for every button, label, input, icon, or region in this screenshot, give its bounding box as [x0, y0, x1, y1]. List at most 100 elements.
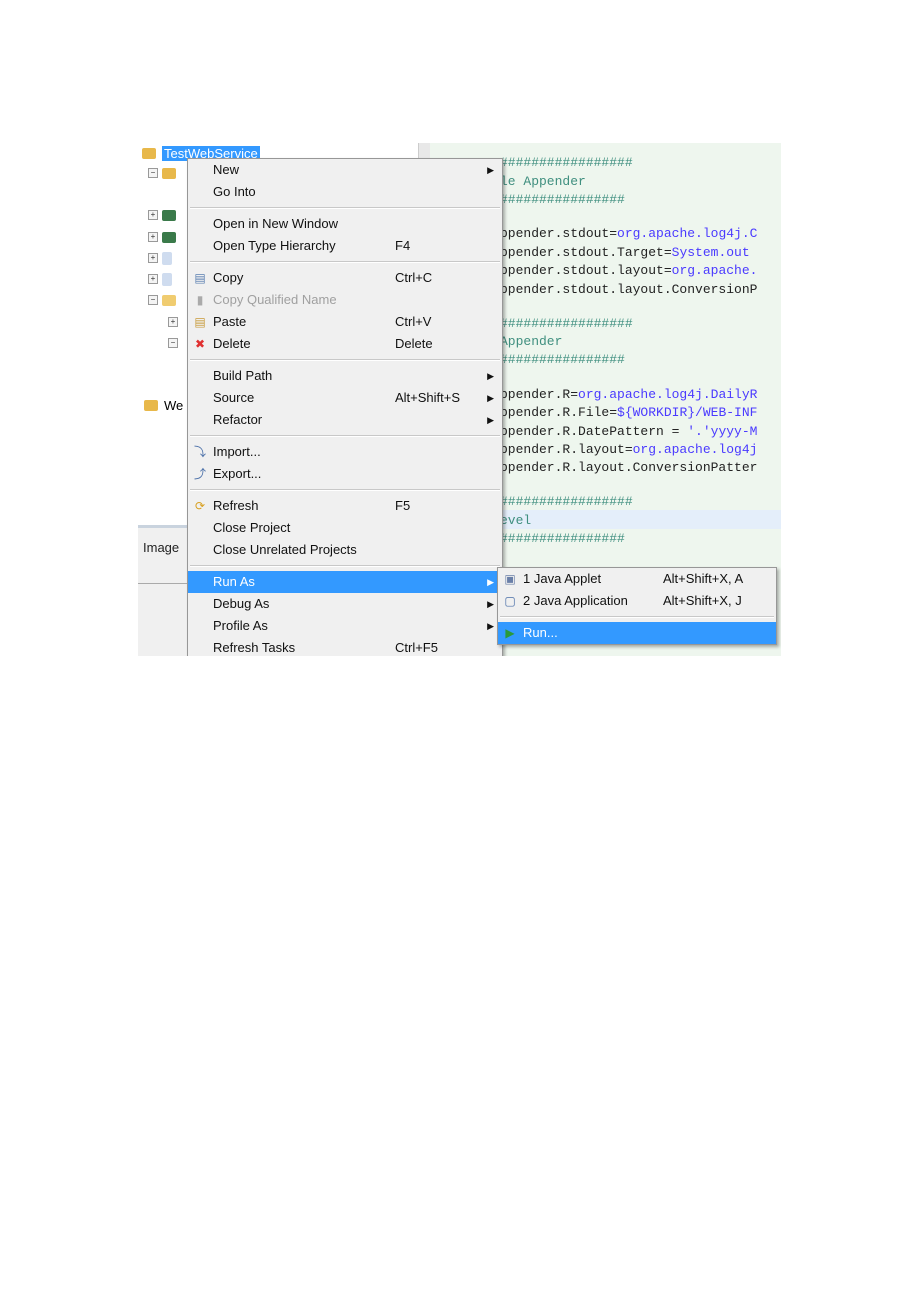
shortcut-label: Ctrl+C	[395, 270, 433, 285]
collapse-icon: −	[148, 168, 158, 178]
menu-item-profile-as[interactable]: Profile As ▶	[188, 615, 502, 637]
java-applet-icon: ▣	[504, 572, 516, 586]
menu-item-source[interactable]: Source Alt+Shift+S ▶	[188, 387, 502, 409]
expand-icon: +	[168, 317, 178, 327]
menu-item-label: Paste	[213, 314, 247, 329]
menu-item-label: 1 Java Applet	[523, 571, 602, 586]
shortcut-label: Ctrl+V	[395, 314, 432, 329]
menu-item-debug-as[interactable]: Debug As ▶	[188, 593, 502, 615]
tree-item-label: We	[164, 397, 184, 413]
menu-item-label: Copy	[213, 270, 244, 285]
menu-separator	[498, 612, 776, 622]
shortcut-label: F5	[395, 498, 411, 513]
shortcut-label: Alt+Shift+X, J	[663, 593, 742, 608]
menu-item-1-java-applet[interactable]: ▣ 1 Java Applet Alt+Shift+X, A	[498, 568, 776, 590]
run-as-submenu: ▣ 1 Java Applet Alt+Shift+X, A ▢ 2 Java Appl…	[497, 567, 777, 645]
image-tab[interactable]: Image	[143, 540, 179, 555]
menu-item-close-project[interactable]: Close Project	[188, 517, 502, 539]
menu-item-label: Close Unrelated Projects	[213, 542, 357, 557]
tree-item[interactable]: −	[168, 334, 182, 352]
property-key: ppender.R=	[500, 387, 579, 402]
menu-item-refresh[interactable]: ⟳ Refresh F5	[188, 495, 502, 517]
menu-item-refresh-tasks[interactable]: Refresh Tasks Ctrl+F5	[188, 637, 502, 656]
menu-item-label: Debug As	[213, 596, 270, 611]
submenu-arrow-icon: ▶	[487, 599, 494, 609]
menu-item-run-as[interactable]: Run As ▶	[188, 571, 502, 593]
menu-item-copy[interactable]: ▤ Copy Ctrl+C	[188, 267, 502, 289]
menu-item-open-in-new-window[interactable]: Open in New Window	[188, 213, 502, 235]
property-value: org.apache.log4j	[632, 442, 758, 457]
menu-item-label: Profile As	[213, 618, 268, 633]
menu-item-label: Close Project	[213, 520, 291, 535]
jar-icon	[162, 272, 172, 286]
property-value: ${WORKDIR}/WEB-INF	[617, 405, 758, 420]
expand-icon: +	[148, 253, 158, 263]
menu-item-label: Refresh Tasks	[213, 640, 296, 655]
code-line: ################	[500, 352, 625, 367]
folder-icon	[162, 294, 176, 306]
tree-item[interactable]: +	[148, 249, 172, 267]
property-key: ppender.R.DatePattern =	[500, 424, 688, 439]
property-key: ppender.stdout.layout=	[500, 263, 672, 278]
code-line: le Appender	[500, 174, 586, 189]
menu-item-label: Build Path	[213, 368, 273, 383]
submenu-arrow-icon: ▶	[487, 393, 494, 403]
menu-item-label: Run...	[523, 625, 558, 640]
tree-item[interactable]: +	[148, 206, 176, 224]
menu-item-label: Refresh	[213, 498, 259, 513]
menu-item-open-type-hierarchy[interactable]: Open Type Hierarchy F4	[188, 235, 502, 257]
menu-item-export[interactable]: ⤴ Export...	[188, 463, 502, 485]
menu-item-label: New	[213, 162, 240, 177]
property-value: '.'yyyy-M	[687, 424, 758, 439]
tree-item-project-2[interactable]: We	[144, 396, 183, 414]
menu-item-label: Go Into	[213, 184, 256, 199]
property-value: org.apache.log4j.DailyR	[578, 387, 758, 402]
code-line: evel	[500, 513, 532, 528]
menu-item-build-path[interactable]: Build Path ▶	[188, 365, 502, 387]
submenu-arrow-icon: ▶	[487, 577, 494, 587]
menu-item-label: Refactor	[213, 412, 263, 427]
property-key: ppender.stdout=	[500, 226, 618, 241]
menu-item-2-java-application[interactable]: ▢ 2 Java Application Alt+Shift+X, J	[498, 590, 776, 612]
project-folder-icon	[142, 147, 156, 159]
submenu-arrow-icon: ▶	[487, 415, 494, 425]
tree-item[interactable]: +	[148, 270, 172, 288]
code-line: ppender.stdout.Target=System.out	[500, 245, 750, 260]
menu-item-run[interactable]: ▶ Run...	[498, 622, 776, 644]
tree-item[interactable]: −	[148, 291, 176, 309]
submenu-arrow-icon: ▶	[487, 621, 494, 631]
shortcut-label: F4	[395, 238, 411, 253]
menu-item-delete[interactable]: ✖ Delete Delete	[188, 333, 502, 355]
menu-item-go-into[interactable]: Go Into	[188, 181, 502, 203]
property-key: ppender.R.File=	[500, 405, 618, 420]
menu-item-copy-qualified-name: ▮ Copy Qualified Name	[188, 289, 502, 311]
code-line: #################	[500, 155, 633, 170]
code-line: ppender.R.DatePattern = '.'yyyy-M	[500, 424, 757, 439]
code-line: ppender.R.layout=org.apache.log4j	[500, 442, 757, 457]
code-line: ppender.stdout.layout=org.apache.	[500, 263, 757, 278]
project-folder-icon	[144, 399, 158, 411]
code-line: ppender.R=org.apache.log4j.DailyR	[500, 387, 757, 402]
menu-item-import[interactable]: ⤵ Import...	[188, 441, 502, 463]
menu-item-paste[interactable]: ▤ Paste Ctrl+V	[188, 311, 502, 333]
menu-item-label: Import...	[213, 444, 261, 459]
tree-item[interactable]: +	[168, 313, 182, 331]
menu-item-label: Copy Qualified Name	[213, 292, 337, 307]
menu-item-new[interactable]: New ▶	[188, 159, 502, 181]
menu-item-label: 2 Java Application	[523, 593, 628, 608]
menu-item-close-unrelated-projects[interactable]: Close Unrelated Projects	[188, 539, 502, 561]
property-key: ppender.stdout.layout.ConversionP	[500, 282, 758, 297]
shortcut-label: Alt+Shift+S	[395, 390, 461, 405]
menu-item-refactor[interactable]: Refactor ▶	[188, 409, 502, 431]
menu-separator	[188, 485, 502, 495]
code-line: ppender.R.layout.ConversionPatter	[500, 460, 757, 475]
property-value: org.apache.log4j.C	[617, 226, 758, 241]
library-icon	[162, 209, 176, 221]
tree-item[interactable]: +	[148, 228, 176, 246]
paste-icon: ▤	[194, 315, 206, 329]
tree-item[interactable]: −	[148, 164, 176, 182]
menu-item-label: Open in New Window	[213, 216, 338, 231]
code-line: Appender	[500, 334, 563, 349]
code-line: ################	[500, 531, 625, 546]
shortcut-label: Delete	[395, 336, 433, 351]
